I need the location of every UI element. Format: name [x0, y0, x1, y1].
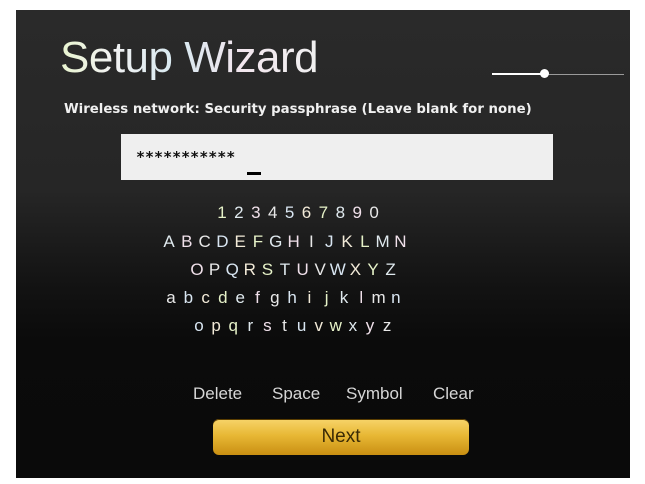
symbol-button[interactable]: Symbol — [346, 384, 403, 404]
keyboard-row-digits: 1234567890 — [16, 202, 630, 224]
wizard-progress-indicator — [492, 66, 624, 82]
keyboard-row-upper-1: ABCDEFGHIJKLMN — [16, 231, 630, 253]
next-button[interactable]: Next — [213, 419, 469, 455]
keyboard-row-upper-2: OPQRSTUVWXYZ — [16, 259, 630, 281]
space-button[interactable]: Space — [272, 384, 320, 404]
progress-remaining-line — [545, 74, 624, 75]
delete-button[interactable]: Delete — [193, 384, 242, 404]
clear-button[interactable]: Clear — [433, 384, 474, 404]
tv-screen: Setup Wizard Wireless network: Security … — [16, 10, 630, 478]
passphrase-value: *********** — [136, 148, 236, 166]
field-instruction: Wireless network: Security passphrase (L… — [64, 102, 532, 117]
keyboard-actions: Delete Space Symbol Clear — [16, 384, 630, 408]
keyboard-row-lower-2: opqrstuvwxyz — [16, 315, 630, 337]
progress-knob — [540, 69, 549, 78]
key-n[interactable]: n — [386, 287, 406, 309]
key-0[interactable]: 0 — [364, 202, 384, 224]
text-cursor — [247, 172, 261, 175]
key-N[interactable]: N — [390, 231, 410, 253]
key-z[interactable]: z — [377, 315, 397, 337]
progress-done-line — [492, 73, 545, 75]
passphrase-field[interactable]: *********** — [121, 134, 553, 180]
key-Z[interactable]: Z — [381, 259, 401, 281]
keyboard-row-lower-1: abcdefghijklmn — [16, 287, 630, 309]
page-title: Setup Wizard — [60, 33, 319, 82]
